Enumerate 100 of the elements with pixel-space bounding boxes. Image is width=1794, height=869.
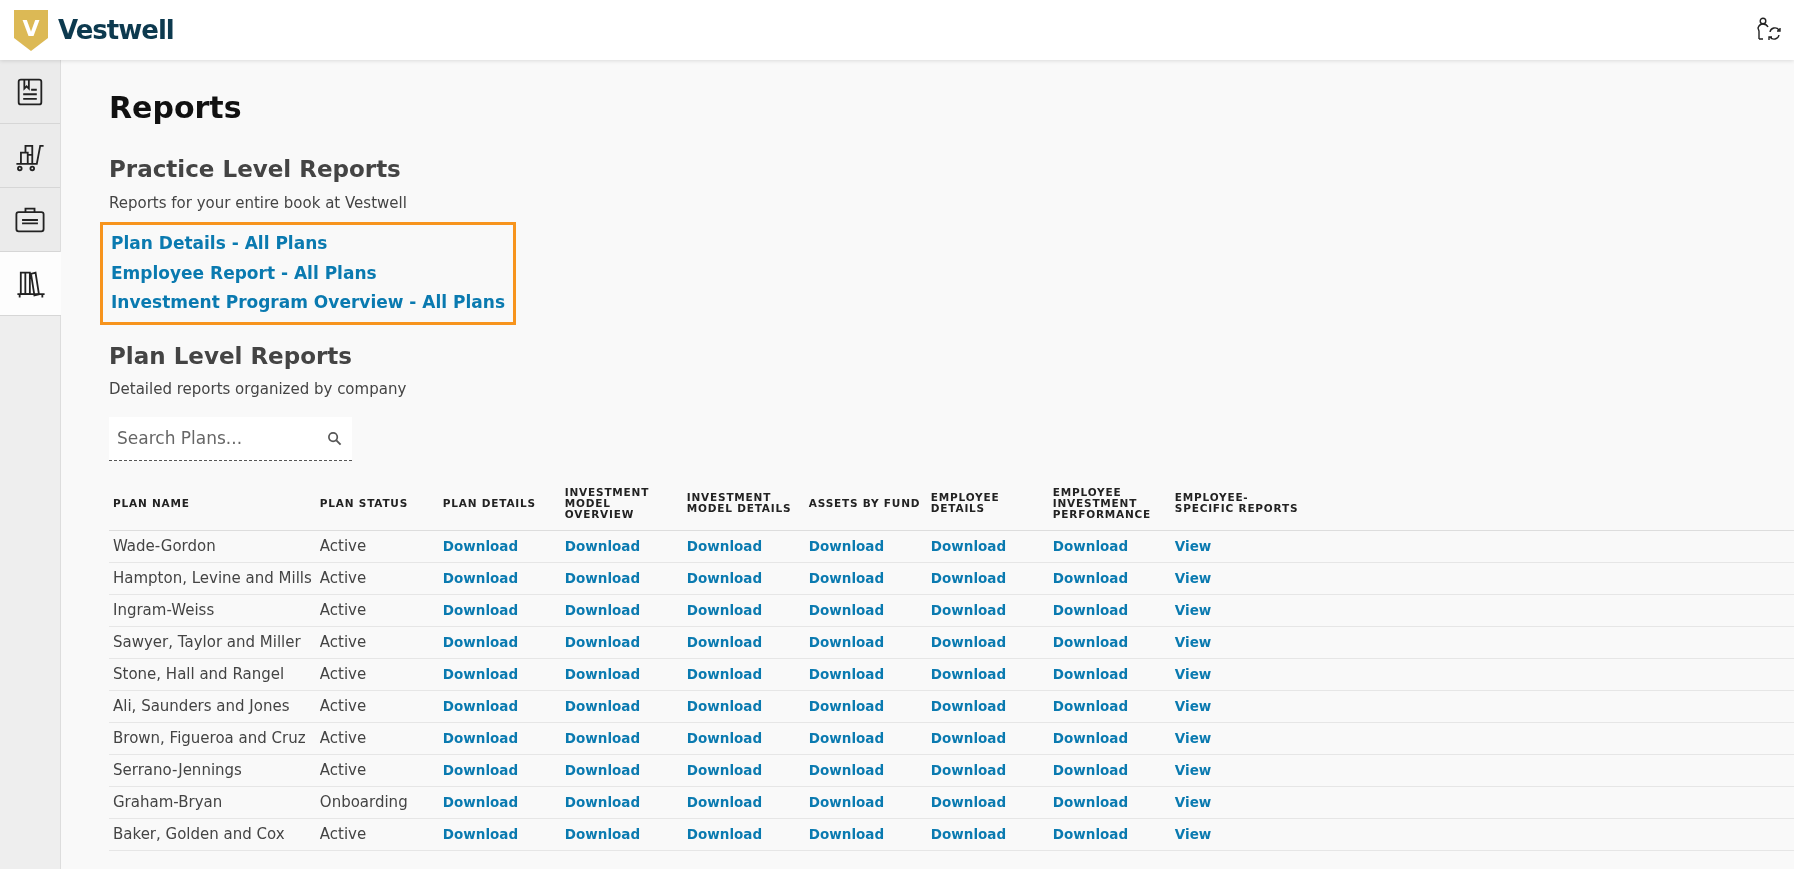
download-link[interactable]: Download [686, 634, 763, 651]
download-link[interactable]: Download [1052, 666, 1129, 683]
sidebar-item[interactable] [0, 252, 61, 316]
report-link[interactable]: Plan Details - All Plans [111, 231, 506, 257]
table-cell: Active [319, 665, 367, 684]
view-link[interactable]: View [1174, 634, 1212, 651]
download-link[interactable]: Download [564, 570, 641, 587]
table-cell: Serrano-Jennings [113, 761, 242, 780]
download-link[interactable]: Download [442, 602, 519, 619]
section-subtitle: Detailed reports organized by company [109, 379, 408, 401]
table-cell: Active [319, 697, 367, 716]
download-link[interactable]: Download [564, 730, 641, 747]
column-header: ASSETS BY FUND [808, 496, 921, 509]
download-link[interactable]: Download [930, 730, 1007, 747]
download-link[interactable]: Download [930, 762, 1007, 779]
download-link[interactable]: Download [442, 634, 519, 651]
column-header: PLAN STATUS [319, 496, 409, 509]
view-link[interactable]: View [1174, 570, 1212, 587]
section-subtitle: Reports for your entire book at Vestwell [109, 192, 408, 214]
download-link[interactable]: Download [564, 602, 641, 619]
column-header: EMPLOYEE DETAILS [930, 491, 1000, 515]
section-heading: Practice Level Reports [109, 156, 402, 184]
download-link[interactable]: Download [564, 634, 641, 651]
download-link[interactable]: Download [930, 634, 1007, 651]
download-link[interactable]: Download [686, 570, 763, 587]
download-link[interactable]: Download [1052, 762, 1129, 779]
download-link[interactable]: Download [808, 634, 885, 651]
download-link[interactable]: Download [686, 538, 763, 555]
download-link[interactable]: Download [442, 730, 519, 747]
search-icon [327, 430, 342, 446]
download-link[interactable]: Download [442, 666, 519, 683]
search-field[interactable]: Search Plans... [109, 416, 352, 461]
download-link[interactable]: Download [930, 666, 1007, 683]
download-link[interactable]: Download [564, 762, 641, 779]
download-link[interactable]: Download [686, 762, 763, 779]
view-link[interactable]: View [1174, 730, 1212, 747]
brand-name[interactable]: Vestwell [58, 10, 174, 50]
download-link[interactable]: Download [1052, 794, 1129, 811]
download-link[interactable]: Download [1052, 602, 1129, 619]
table-cell: Brown, Figueroa and Cruz [113, 729, 306, 748]
download-link[interactable]: Download [564, 826, 641, 843]
download-link[interactable]: Download [442, 570, 519, 587]
column-header: PLAN NAME [113, 496, 190, 509]
download-link[interactable]: Download [930, 826, 1007, 843]
download-link[interactable]: Download [442, 698, 519, 715]
download-link[interactable]: Download [686, 794, 763, 811]
view-link[interactable]: View [1174, 794, 1212, 811]
download-link[interactable]: Download [808, 698, 885, 715]
view-link[interactable]: View [1174, 762, 1212, 779]
download-link[interactable]: Download [808, 666, 885, 683]
download-link[interactable]: Download [808, 794, 885, 811]
person-refresh-icon[interactable] [1756, 17, 1782, 43]
download-link[interactable]: Download [686, 666, 763, 683]
download-link[interactable]: Download [1052, 538, 1129, 555]
table-cell: Active [319, 569, 367, 588]
download-link[interactable]: Download [808, 602, 885, 619]
table-cell: Active [319, 729, 367, 748]
download-link[interactable]: Download [808, 826, 885, 843]
column-header: EMPLOYEE INVESTMENT PERFORMANCE [1052, 485, 1151, 520]
download-link[interactable]: Download [686, 730, 763, 747]
download-link[interactable]: Download [1052, 570, 1129, 587]
report-link[interactable]: Employee Report - All Plans [111, 260, 506, 287]
report-link[interactable]: Investment Program Overview - All Plans [111, 290, 506, 316]
download-link[interactable]: Download [930, 538, 1007, 555]
view-link[interactable]: View [1174, 538, 1212, 555]
download-link[interactable]: Download [442, 538, 519, 555]
download-link[interactable]: Download [808, 538, 885, 555]
column-header: INVESTMENT MODEL OVERVIEW [564, 485, 650, 520]
download-link[interactable]: Download [808, 730, 885, 747]
download-link[interactable]: Download [1052, 730, 1129, 747]
table-cell: Active [319, 537, 367, 556]
download-link[interactable]: Download [686, 698, 763, 715]
download-link[interactable]: Download [686, 602, 763, 619]
download-link[interactable]: Download [564, 698, 641, 715]
download-link[interactable]: Download [564, 794, 641, 811]
view-link[interactable]: View [1174, 602, 1212, 619]
table-cell: Active [319, 601, 367, 620]
download-link[interactable]: Download [1052, 634, 1129, 651]
page-title: Reports [109, 90, 243, 126]
download-link[interactable]: Download [1052, 826, 1129, 843]
download-link[interactable]: Download [930, 570, 1007, 587]
download-link[interactable]: Download [564, 538, 641, 555]
download-link[interactable]: Download [930, 602, 1007, 619]
column-header: INVESTMENT MODEL DETAILS [686, 491, 792, 515]
download-link[interactable]: Download [808, 762, 885, 779]
download-link[interactable]: Download [930, 794, 1007, 811]
table-cell: Graham-Bryan [113, 793, 223, 812]
download-link[interactable]: Download [1052, 698, 1129, 715]
download-link[interactable]: Download [442, 762, 519, 779]
download-link[interactable]: Download [808, 570, 885, 587]
column-header: PLAN DETAILS [442, 496, 536, 509]
download-link[interactable]: Download [564, 666, 641, 683]
download-link[interactable]: Download [442, 794, 519, 811]
section-heading: Plan Level Reports [109, 342, 353, 371]
download-link[interactable]: Download [442, 826, 519, 843]
download-link[interactable]: Download [686, 826, 763, 843]
view-link[interactable]: View [1174, 698, 1212, 715]
download-link[interactable]: Download [930, 698, 1007, 715]
view-link[interactable]: View [1174, 666, 1212, 683]
view-link[interactable]: View [1174, 826, 1212, 843]
